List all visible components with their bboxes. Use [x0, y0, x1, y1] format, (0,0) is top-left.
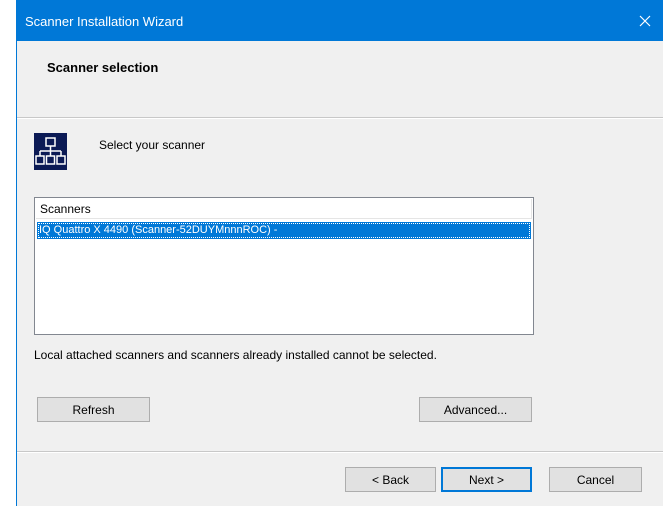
refresh-button[interactable]: Refresh	[37, 397, 150, 422]
footer-divider	[17, 451, 663, 453]
refresh-button-label: Refresh	[72, 402, 115, 417]
cancel-button-label: Cancel	[576, 472, 615, 487]
window-title: Scanner Installation Wizard	[25, 14, 184, 29]
info-note: Local attached scanners and scanners alr…	[34, 348, 437, 362]
column-divider	[531, 199, 532, 218]
scanner-list-item[interactable]: IQ Quattro X 4490 (Scanner-52DUYMnnnROC)…	[37, 222, 531, 239]
network-scanner-icon	[34, 133, 67, 170]
wizard-window: Scanner Installation Wizard Scanner sele…	[16, 0, 663, 506]
scanner-list[interactable]: Scanners IQ Quattro X 4490 (Scanner-52DU…	[34, 197, 534, 335]
page-title: Scanner selection	[47, 60, 159, 75]
back-button-label: < Back	[371, 472, 410, 487]
next-button[interactable]: Next >	[441, 467, 532, 492]
advanced-button[interactable]: Advanced...	[419, 397, 532, 422]
close-icon	[639, 15, 651, 26]
select-scanner-prompt: Select your scanner	[99, 138, 206, 152]
header-divider	[17, 117, 663, 119]
wizard-header: Scanner selection	[17, 41, 663, 117]
title-bar[interactable]: Scanner Installation Wizard	[17, 0, 663, 41]
scanner-list-item-label: IQ Quattro X 4490 (Scanner-52DUYMnnnROC)…	[39, 224, 278, 236]
column-header-scanners[interactable]: Scanners	[40, 202, 91, 216]
back-button[interactable]: < Back	[345, 467, 436, 492]
cancel-button[interactable]: Cancel	[549, 467, 642, 492]
next-button-label: Next >	[468, 472, 504, 487]
advanced-button-label: Advanced...	[443, 402, 508, 417]
close-button[interactable]	[627, 0, 663, 41]
list-column-header[interactable]: Scanners	[36, 199, 532, 219]
